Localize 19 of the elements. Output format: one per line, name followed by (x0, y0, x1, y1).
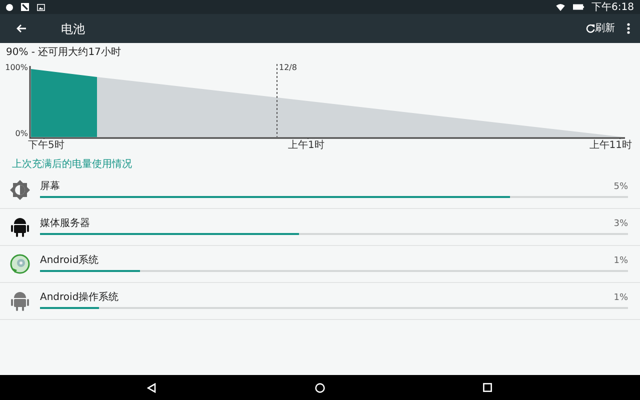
app-name: Android系统 (40, 256, 99, 266)
usage-percent: 5% (614, 182, 628, 192)
usage-percent: 1% (614, 294, 628, 302)
clock-time: 下午6:18 (592, 0, 634, 14)
axis-label: 上午1时 (288, 141, 324, 151)
app-name: Android操作系统 (40, 293, 119, 303)
refresh-button[interactable]: 刷新 (586, 21, 615, 36)
axis-label: 上午11时 (589, 141, 632, 151)
axis-label: 下午5时 (28, 141, 64, 151)
usage-percent: 1% (614, 256, 628, 266)
axis-label: 0% (15, 130, 28, 138)
date-marker-label: 12/8 (279, 64, 297, 72)
app-name: 媒体服务器 (40, 219, 90, 229)
battery-summary: 90% - 还可用大约17小时 (5, 46, 122, 60)
screen-title: 电池 (61, 20, 85, 38)
usage-percent: 3% (614, 220, 628, 228)
app-name: 屏幕 (40, 182, 60, 192)
section-header: 上次充满后的电量使用情况 (11, 158, 133, 172)
axis-label: 100% (5, 64, 28, 72)
